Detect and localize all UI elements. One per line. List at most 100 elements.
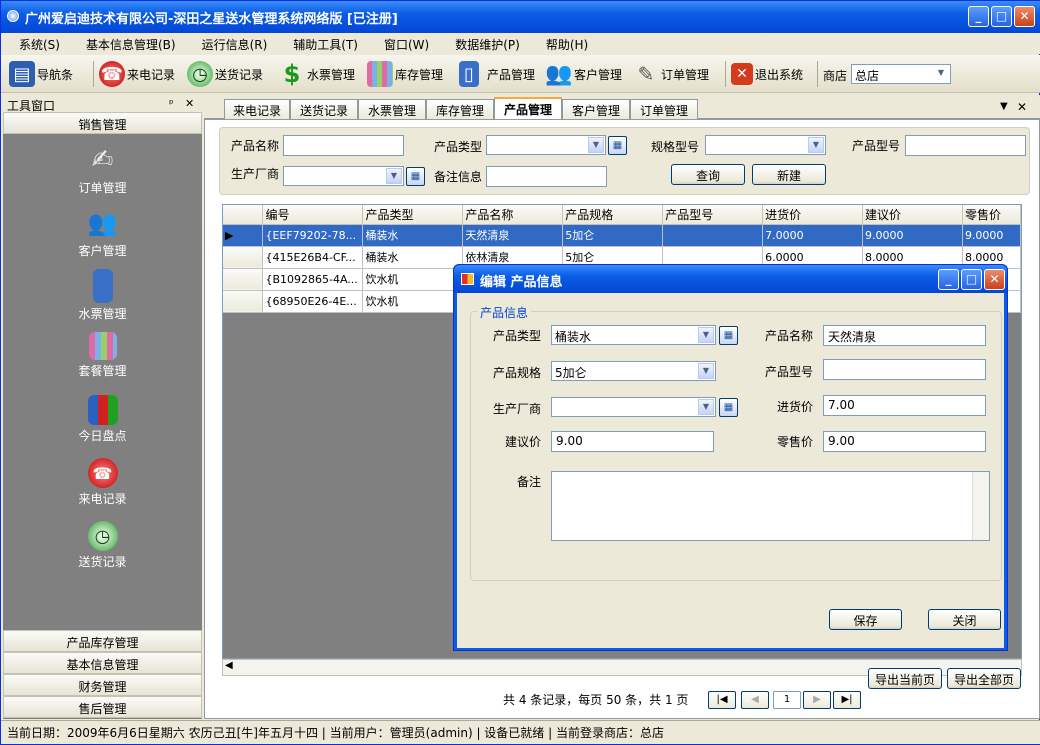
group-after-sales[interactable]: 售后管理	[3, 696, 202, 718]
column-header[interactable]: 产品名称	[462, 205, 564, 225]
note-input[interactable]	[486, 166, 607, 187]
phone-card-icon: ▯	[459, 61, 479, 87]
column-header[interactable]: 产品型号	[662, 205, 764, 225]
tab-strip: 来电记录 送货记录 水票管理 库存管理 产品管理 客户管理 订单管理 ▼ ✕	[204, 97, 1040, 119]
column-header[interactable]: 产品类型	[362, 205, 464, 225]
orders-toolbar-button[interactable]: ✎ 订单管理	[633, 59, 709, 89]
tab-customers[interactable]: 客户管理	[562, 99, 630, 119]
maximize-button[interactable]: □	[961, 269, 982, 290]
tab-list-icon[interactable]: ▼	[1000, 101, 1008, 112]
maker-select[interactable]: ▼	[551, 397, 716, 417]
group-title: 产品信息	[477, 304, 532, 321]
table-row[interactable]: ▶ {EEF79202-78... 桶装水 天然清泉 5加仑 7.0000 9.0000 9…	[223, 224, 1022, 247]
close-dialog-button[interactable]: 关闭	[928, 609, 1001, 630]
spec-select[interactable]: 5加仑 ▼	[551, 361, 716, 381]
pin-icon[interactable]: ᵖ	[169, 97, 174, 110]
save-button[interactable]: 保存	[829, 609, 902, 630]
last-page-button[interactable]: ▶|	[833, 691, 861, 709]
tab-delivery[interactable]: 送货记录	[290, 99, 358, 119]
nav-customers[interactable]: 👥 客户管理	[3, 206, 202, 266]
close-button[interactable]: ✕	[1014, 6, 1035, 27]
nav-calls[interactable]: ☎ 来电记录	[3, 458, 202, 518]
chevron-left-icon[interactable]: ◀	[225, 660, 233, 671]
column-header[interactable]: 编号	[262, 205, 364, 225]
exit-toolbar-button[interactable]: ✕ 退出系统	[731, 59, 803, 89]
suggest-input[interactable]: 9.00	[551, 431, 714, 452]
dialog-title-bar[interactable]: 编辑 产品信息 _ □ ✕	[454, 265, 1007, 293]
column-header[interactable]: 产品规格	[562, 205, 664, 225]
query-button[interactable]: 查询	[671, 164, 745, 185]
menu-tools[interactable]: 辅助工具(T)	[275, 33, 366, 53]
tab-orders[interactable]: 订单管理	[630, 99, 698, 119]
nav-packages[interactable]: 套餐管理	[3, 332, 202, 392]
note-textarea[interactable]	[551, 471, 990, 541]
page-number-input[interactable]: 1	[773, 691, 801, 709]
minimize-button[interactable]: _	[938, 269, 959, 290]
title-bar[interactable]: 广州爱启迪技术有限公司-深田之星送水管理系统网络版 [已注册] _ □ ✕	[1, 1, 1040, 33]
nav-delivery[interactable]: ◷ 送货记录	[3, 521, 202, 581]
products-toolbar-button[interactable]: ▯ 产品管理	[459, 59, 535, 89]
tool-window: 工具窗口 ᵖ ✕ 销售管理 ✍ 订单管理 👥 客户管理 水票管理 套餐管理 今日盘点 ☎…	[3, 95, 202, 719]
group-sales[interactable]: 销售管理	[3, 112, 202, 134]
spec-select[interactable]: ▼	[705, 135, 826, 155]
group-finance[interactable]: 财务管理	[3, 674, 202, 696]
menu-window[interactable]: 窗口(W)	[366, 33, 437, 53]
chevron-down-icon: ▼	[808, 137, 824, 153]
tab-products[interactable]: 产品管理	[494, 97, 562, 119]
maximize-button[interactable]: □	[991, 6, 1012, 27]
name-input[interactable]	[283, 135, 404, 156]
export-all-button[interactable]: 导出全部页	[947, 668, 1021, 689]
tab-stock[interactable]: 库存管理	[426, 99, 494, 119]
menu-data[interactable]: 数据维护(P)	[437, 33, 528, 53]
customers-toolbar-button[interactable]: 👥 客户管理	[545, 59, 622, 89]
menu-basic-info[interactable]: 基本信息管理(B)	[68, 33, 184, 53]
calendar-icon[interactable]: ▦	[406, 167, 425, 186]
type-select[interactable]: 桶装水 ▼	[551, 325, 716, 345]
vertical-scrollbar[interactable]	[972, 472, 989, 540]
window-title: 广州爱启迪技术有限公司-深田之星送水管理系统网络版 [已注册]	[25, 12, 398, 27]
prev-page-button[interactable]: ◀	[741, 691, 769, 709]
next-page-button[interactable]: ▶	[803, 691, 831, 709]
group-basic-info[interactable]: 基本信息管理	[3, 652, 202, 674]
menu-help[interactable]: 帮助(H)	[528, 33, 596, 53]
retail-input[interactable]: 9.00	[823, 431, 986, 452]
menu-runtime[interactable]: 运行信息(R)	[184, 33, 276, 53]
stock-toolbar-button[interactable]: 库存管理	[367, 59, 443, 89]
calendar-icon[interactable]: ▦	[608, 136, 627, 155]
nav-orders[interactable]: ✍ 订单管理	[3, 143, 202, 203]
nav-daily-count[interactable]: 今日盘点	[3, 395, 202, 455]
book-icon: ▤	[9, 61, 35, 87]
nav-toolbar-button[interactable]: ▤ 导航条	[9, 59, 73, 89]
cost-input[interactable]: 7.00	[823, 395, 986, 416]
type-select[interactable]: ▼	[486, 135, 606, 155]
model-input[interactable]	[823, 359, 986, 380]
model-input[interactable]	[905, 135, 1026, 156]
tab-calls[interactable]: 来电记录	[224, 99, 290, 119]
tab-tickets[interactable]: 水票管理	[358, 99, 426, 119]
nav-tickets[interactable]: 水票管理	[3, 269, 202, 329]
export-page-button[interactable]: 导出当前页	[868, 668, 942, 689]
spec-label: 规格型号	[651, 140, 700, 154]
maker-select[interactable]: ▼	[283, 166, 404, 186]
tickets-toolbar-button[interactable]: $ 水票管理	[279, 59, 355, 89]
tool-window-header: 工具窗口 ᵖ ✕	[3, 95, 202, 113]
delivery-toolbar-button[interactable]: ◷ 送货记录	[187, 59, 263, 89]
column-header[interactable]: 建议价	[862, 205, 963, 225]
calendar-icon[interactable]: ▦	[719, 398, 738, 417]
menu-system[interactable]: 系统(S)	[1, 33, 68, 53]
type-label: 产品类型	[493, 329, 542, 343]
close-icon[interactable]: ✕	[1017, 100, 1027, 114]
minimize-button[interactable]: _	[968, 6, 989, 27]
column-header[interactable]: 零售价	[962, 205, 1022, 225]
store-select[interactable]: 总店 ▼	[851, 64, 951, 84]
group-product-stock[interactable]: 产品库存管理	[3, 630, 202, 652]
first-page-button[interactable]: |◀	[708, 691, 736, 709]
close-button[interactable]: ✕	[984, 269, 1005, 290]
column-header[interactable]: 进货价	[762, 205, 864, 225]
bar-chart-icon	[87, 395, 118, 425]
calendar-icon[interactable]: ▦	[719, 326, 738, 345]
calls-toolbar-button[interactable]: ☎ 来电记录	[99, 59, 175, 89]
new-button[interactable]: 新建	[752, 164, 826, 185]
name-input[interactable]: 天然清泉	[823, 325, 986, 346]
close-icon[interactable]: ✕	[185, 97, 194, 110]
